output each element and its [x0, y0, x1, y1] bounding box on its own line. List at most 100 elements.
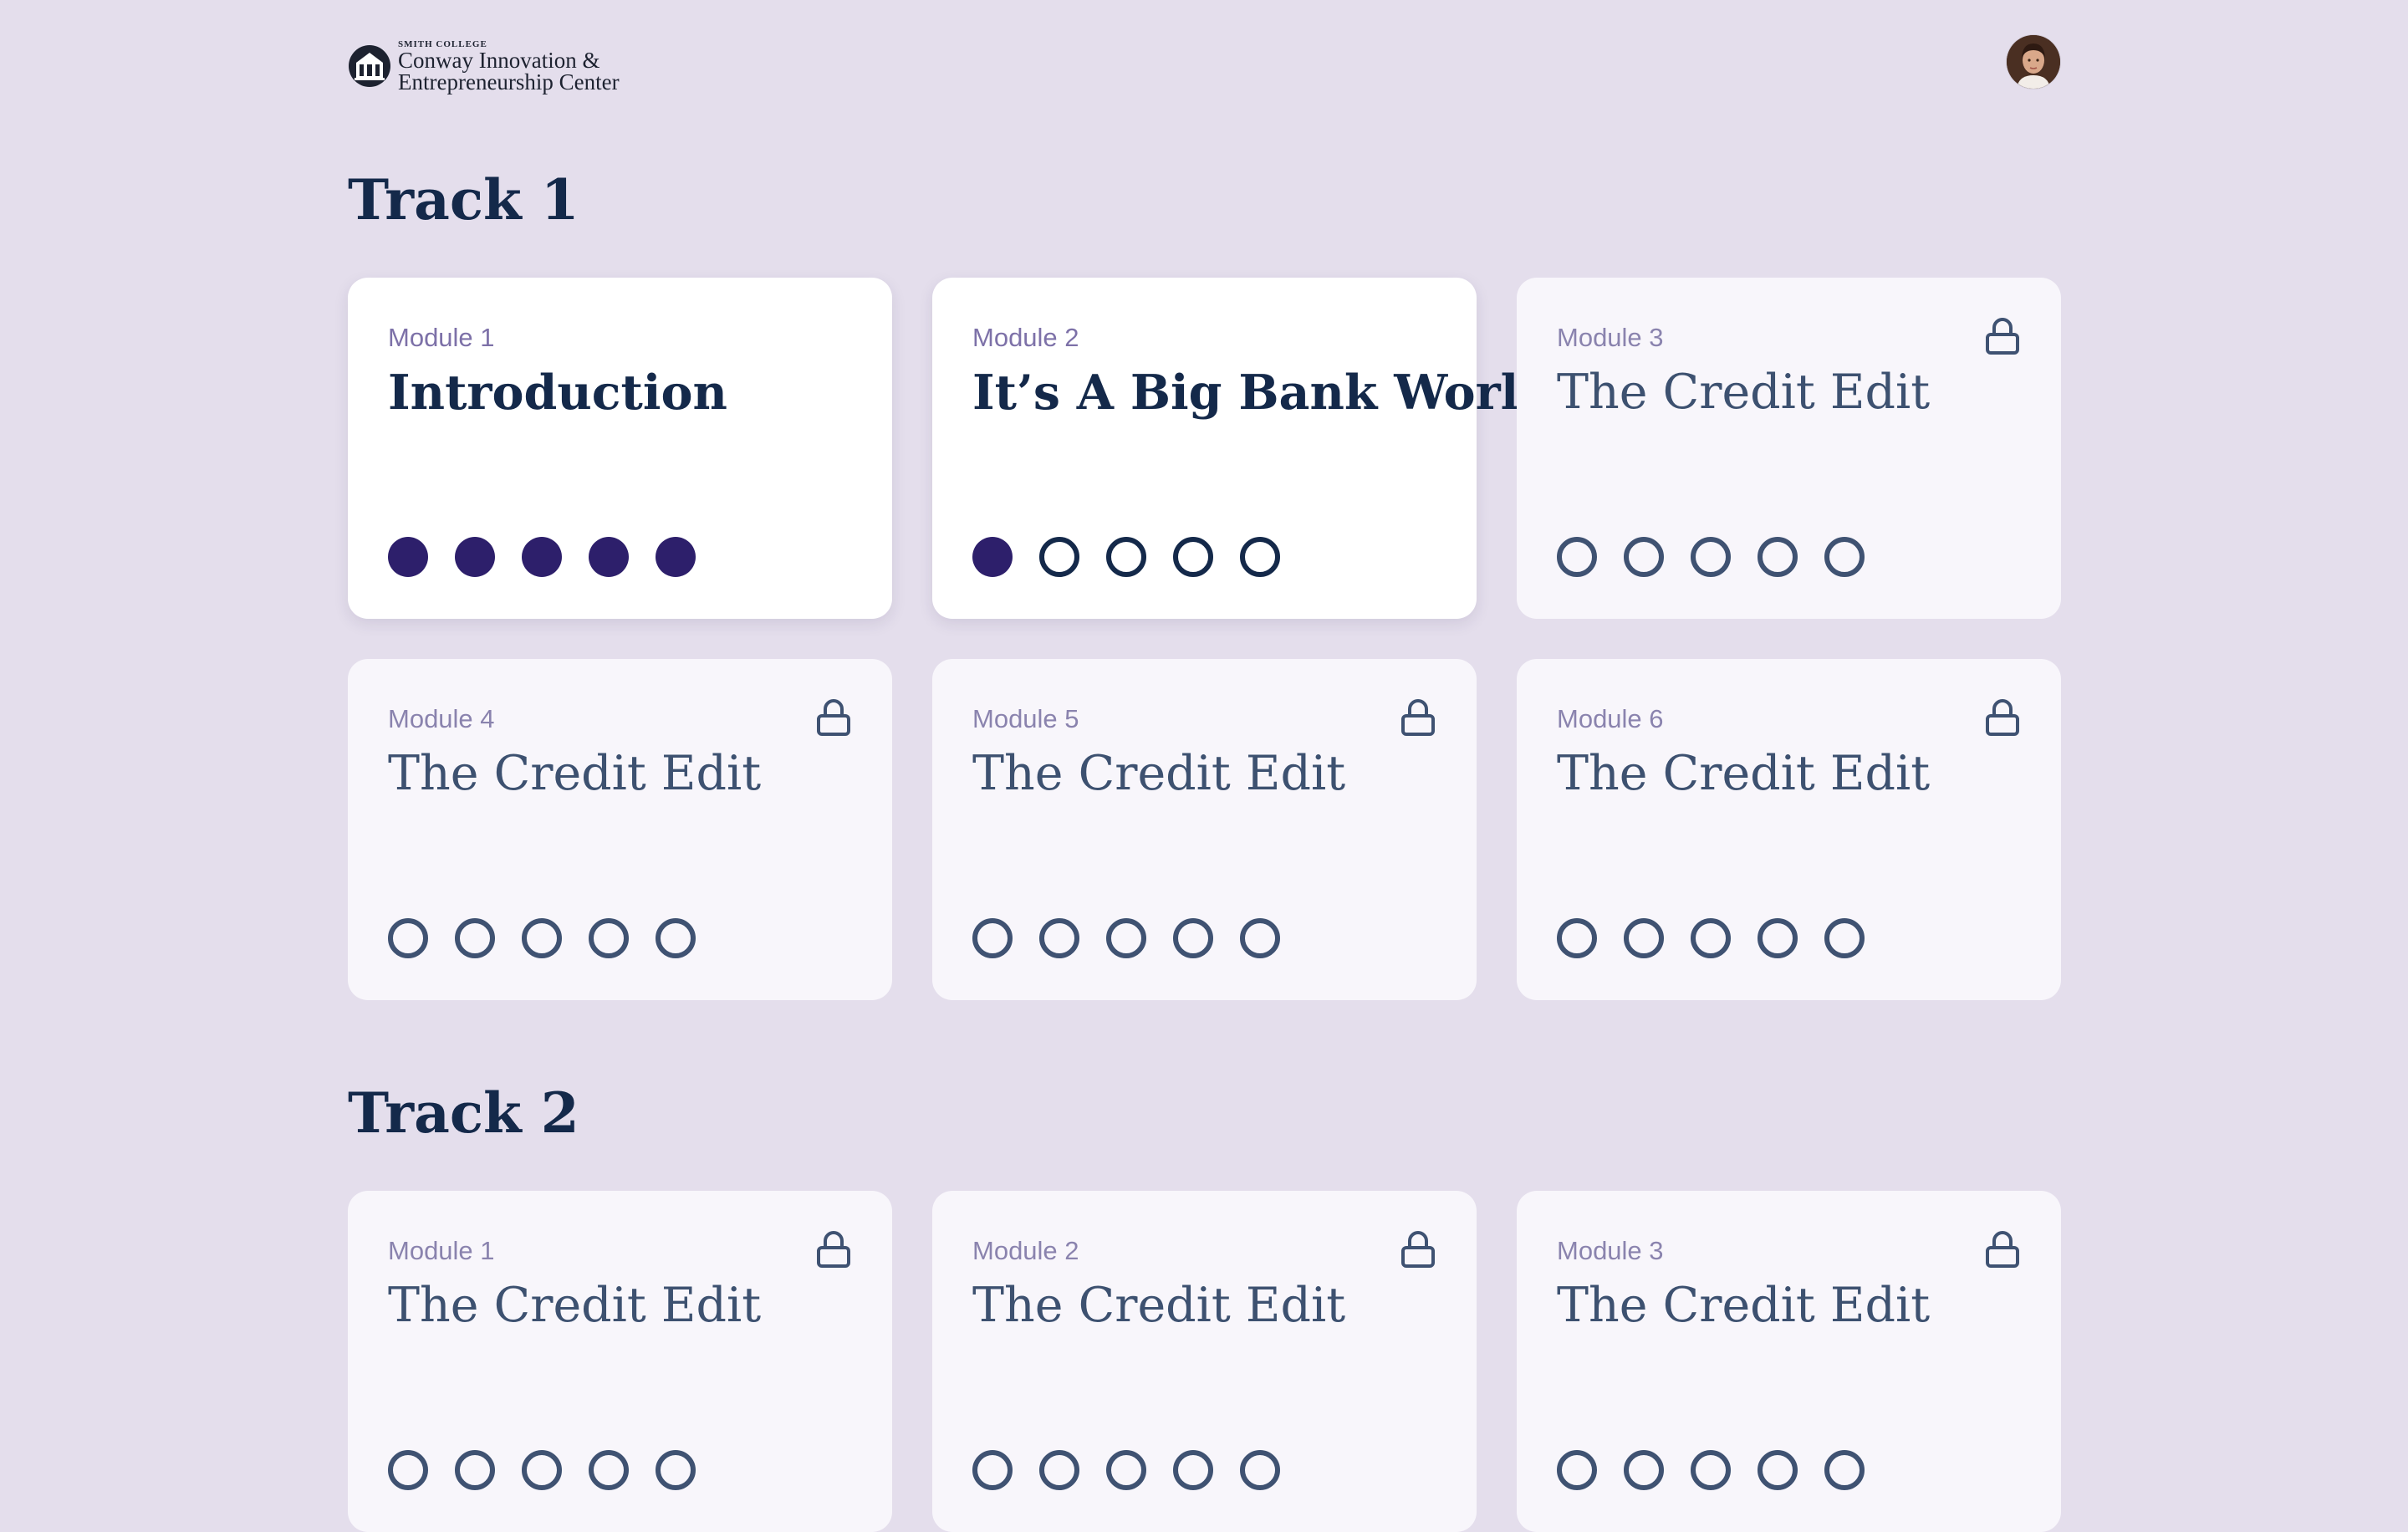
progress-dot-incomplete	[1691, 537, 1731, 577]
progress-dot-incomplete	[455, 1450, 495, 1490]
lock-icon	[1401, 699, 1435, 736]
progress-dot-incomplete	[1624, 1450, 1664, 1490]
module-card[interactable]: Module 5 The Credit Edit	[932, 659, 1477, 1000]
logo[interactable]: SMITH COLLEGE Conway Innovation & Entrep…	[348, 37, 620, 95]
progress-dot-incomplete	[1039, 537, 1079, 577]
progress-dot-incomplete	[1758, 1450, 1798, 1490]
progress-dot-incomplete	[388, 918, 428, 958]
progress-dot-incomplete	[1106, 918, 1146, 958]
progress-dot-complete	[388, 537, 428, 577]
progress-dot-incomplete	[1824, 918, 1865, 958]
lock-icon	[1986, 699, 2019, 736]
module-title: The Credit Edit	[388, 1278, 762, 1333]
progress-dot-incomplete	[388, 1450, 428, 1490]
module-card[interactable]: Module 3 The Credit Edit	[1517, 1191, 2061, 1532]
track-2-modules: Module 1 The Credit Edit Module 2 The Credi…	[348, 1191, 2062, 1532]
progress-dot-incomplete	[1624, 918, 1664, 958]
progress-dot-incomplete	[1173, 918, 1213, 958]
track-1-modules: Module 1 Introduction Module 2 It’s A Big B…	[348, 278, 2062, 1000]
progress-dot-complete	[972, 537, 1013, 577]
progress-dot-incomplete	[1758, 918, 1798, 958]
progress-dot-incomplete	[972, 918, 1013, 958]
logo-text: SMITH COLLEGE Conway Innovation & Entrep…	[398, 39, 620, 94]
module-title: It’s A Big Bank World	[972, 365, 1553, 421]
progress-dot-incomplete	[589, 1450, 629, 1490]
module-card[interactable]: Module 2 It’s A Big Bank World	[932, 278, 1552, 619]
progress-dots	[1557, 537, 1865, 577]
progress-dot-incomplete	[522, 918, 562, 958]
progress-dot-incomplete	[656, 1450, 696, 1490]
progress-dot-incomplete	[1557, 918, 1597, 958]
module-card[interactable]: Module 2 The Credit Edit	[932, 1191, 1477, 1532]
progress-dot-incomplete	[1173, 1450, 1213, 1490]
progress-dot-complete	[455, 537, 495, 577]
lock-icon	[817, 699, 850, 736]
module-number-label: Module 3	[1557, 323, 1664, 352]
progress-dot-incomplete	[455, 918, 495, 958]
progress-dot-incomplete	[1824, 537, 1865, 577]
progress-dot-incomplete	[972, 1450, 1013, 1490]
logo-center-name-line1: Conway Innovation &	[398, 47, 600, 73]
module-title: The Credit Edit	[1557, 365, 1931, 420]
module-number-label: Module 2	[972, 323, 1079, 352]
progress-dot-incomplete	[1106, 1450, 1146, 1490]
progress-dot-incomplete	[1691, 918, 1731, 958]
module-number-label: Module 3	[1557, 1236, 1664, 1265]
module-title: The Credit Edit	[972, 1278, 1346, 1333]
progress-dot-incomplete	[1240, 1450, 1280, 1490]
module-card[interactable]: Module 3 The Credit Edit	[1517, 278, 2061, 619]
progress-dot-incomplete	[1691, 1450, 1731, 1490]
module-title: The Credit Edit	[972, 746, 1346, 801]
progress-dot-complete	[656, 537, 696, 577]
module-number-label: Module 4	[388, 704, 495, 733]
track-2-title: Track 2	[348, 1080, 579, 1146]
progress-dot-incomplete	[589, 918, 629, 958]
progress-dot-incomplete	[1240, 537, 1280, 577]
module-card[interactable]: Module 1 The Credit Edit	[348, 1191, 892, 1532]
progress-dot-incomplete	[1824, 1450, 1865, 1490]
progress-dots	[388, 1450, 696, 1490]
module-title: The Credit Edit	[388, 746, 762, 801]
track-1-title: Track 1	[348, 167, 579, 232]
lock-icon	[1401, 1231, 1435, 1268]
progress-dot-incomplete	[1039, 1450, 1079, 1490]
lock-icon	[1986, 1231, 2019, 1268]
progress-dot-incomplete	[656, 918, 696, 958]
module-number-label: Module 1	[388, 323, 495, 352]
module-card[interactable]: Module 6 The Credit Edit	[1517, 659, 2061, 1000]
progress-dots	[972, 918, 1280, 958]
progress-dot-incomplete	[1173, 537, 1213, 577]
logo-center-name-line2: Entrepreneurship Center	[398, 69, 620, 94]
progress-dot-incomplete	[1624, 537, 1664, 577]
progress-dot-incomplete	[1557, 537, 1597, 577]
lock-icon	[1986, 318, 2019, 355]
module-card[interactable]: Module 1 Introduction	[348, 278, 892, 619]
progress-dot-complete	[589, 537, 629, 577]
avatar-portrait-icon	[2007, 35, 2060, 89]
progress-dots	[972, 1450, 1280, 1490]
module-card[interactable]: Module 4 The Credit Edit	[348, 659, 892, 1000]
progress-dots	[972, 537, 1280, 577]
module-number-label: Module 1	[388, 1236, 495, 1265]
progress-dot-incomplete	[1106, 537, 1146, 577]
module-title: The Credit Edit	[1557, 1278, 1931, 1333]
module-number-label: Module 6	[1557, 704, 1664, 733]
progress-dot-incomplete	[1758, 537, 1798, 577]
module-title: Introduction	[388, 365, 727, 421]
user-avatar[interactable]	[2007, 35, 2060, 89]
lock-icon	[817, 1231, 850, 1268]
college-building-icon	[349, 45, 390, 87]
progress-dots	[1557, 1450, 1865, 1490]
progress-dots	[1557, 918, 1865, 958]
progress-dot-incomplete	[1240, 918, 1280, 958]
module-number-label: Module 2	[972, 1236, 1079, 1265]
progress-dot-incomplete	[1557, 1450, 1597, 1490]
progress-dots	[388, 918, 696, 958]
module-number-label: Module 5	[972, 704, 1079, 733]
progress-dot-incomplete	[1039, 918, 1079, 958]
progress-dot-incomplete	[522, 1450, 562, 1490]
progress-dots	[388, 537, 696, 577]
app-header: SMITH COLLEGE Conway Innovation & Entrep…	[348, 30, 2060, 97]
progress-dot-complete	[522, 537, 562, 577]
module-title: The Credit Edit	[1557, 746, 1931, 801]
